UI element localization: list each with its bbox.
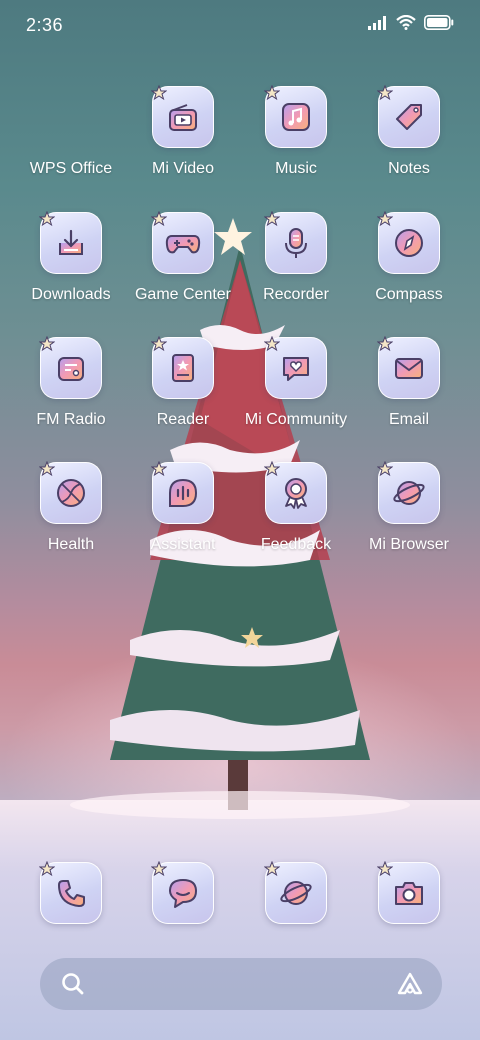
dock-phone[interactable] [15, 861, 127, 926]
star-badge-icon [151, 336, 167, 351]
radio-icon [39, 336, 102, 399]
app-label: FM Radio [36, 411, 106, 428]
assistant-logo-icon[interactable] [396, 971, 424, 997]
star-badge-icon [39, 336, 55, 351]
star-badge-icon [377, 85, 393, 100]
star-badge-icon [39, 861, 55, 876]
signal-icon [368, 15, 386, 30]
chat-bubble-icon [151, 861, 214, 924]
star-badge-icon [151, 861, 167, 876]
planet-icon [264, 861, 327, 924]
dock-messages[interactable] [127, 861, 239, 926]
phone-icon [39, 861, 102, 924]
gamepad-icon [151, 211, 214, 274]
app-label: Mi Browser [368, 536, 449, 553]
app-mi-video[interactable]: Mi Video [127, 85, 239, 196]
voice-wave-icon [151, 461, 214, 524]
star-badge-icon [264, 211, 280, 226]
app-label: Recorder [263, 286, 329, 303]
star-badge-icon [264, 861, 280, 876]
app-feedback[interactable]: Feedback [240, 461, 352, 572]
music-note-icon [264, 85, 327, 148]
status-time: 2:36 [26, 15, 64, 35]
app-label: Mi Community [244, 411, 348, 428]
star-badge-icon [151, 85, 167, 100]
ball-icon [39, 461, 102, 524]
star-badge-icon [377, 211, 393, 226]
battery-icon [424, 15, 454, 30]
app-wps-office[interactable]: WPS Office [15, 86, 127, 196]
app-music[interactable]: Music [240, 85, 352, 196]
envelope-icon [377, 336, 440, 399]
app-label: Music [275, 160, 317, 177]
app-label: Mi Video [152, 160, 214, 177]
star-badge-icon [39, 211, 55, 226]
app-recorder[interactable]: Recorder [240, 211, 352, 322]
app-notes[interactable]: Notes [353, 85, 465, 196]
planet-icon [377, 461, 440, 524]
app-label: Reader [156, 411, 210, 428]
star-badge-icon [264, 85, 280, 100]
app-fm-radio[interactable]: FM Radio [15, 336, 127, 447]
app-label: WPS Office [29, 160, 113, 177]
star-badge-icon [39, 461, 55, 476]
app-mi-browser[interactable]: Mi Browser [353, 461, 465, 572]
search-icon[interactable] [60, 971, 86, 997]
compass-icon [377, 211, 440, 274]
app-label: Notes [388, 160, 430, 177]
app-label: Assistant [150, 536, 216, 553]
dock-camera[interactable] [353, 861, 465, 926]
book-icon [151, 336, 214, 399]
video-icon [151, 85, 214, 148]
app-compass[interactable]: Compass [353, 211, 465, 322]
star-badge-icon [377, 461, 393, 476]
app-reader[interactable]: Reader [127, 336, 239, 447]
heart-chat-icon [264, 336, 327, 399]
app-label: Game Center [134, 286, 232, 303]
app-label: Email [388, 411, 429, 428]
star-badge-icon [151, 211, 167, 226]
camera-icon [377, 861, 440, 924]
app-label: Compass [375, 286, 443, 303]
app-health[interactable]: Health [15, 461, 127, 572]
award-icon [264, 461, 327, 524]
star-badge-icon [151, 461, 167, 476]
star-badge-icon [377, 336, 393, 351]
download-icon [39, 211, 102, 274]
star-badge-icon [264, 461, 280, 476]
microphone-icon [264, 211, 327, 274]
app-email[interactable]: Email [353, 336, 465, 447]
app-assistant[interactable]: Assistant [127, 461, 239, 572]
app-label: Downloads [31, 286, 111, 303]
app-label: Health [47, 536, 95, 553]
status-bar: 2:36 [0, 0, 480, 50]
app-downloads[interactable]: Downloads [15, 211, 127, 322]
app-game-center[interactable]: Game Center [127, 211, 239, 322]
star-badge-icon [377, 861, 393, 876]
app-label: Feedback [260, 536, 332, 553]
app-mi-community[interactable]: Mi Community [240, 336, 352, 447]
wifi-icon [396, 15, 416, 30]
tag-icon [377, 85, 440, 148]
dock-browser[interactable] [240, 861, 352, 926]
star-badge-icon [264, 336, 280, 351]
search-bar[interactable] [40, 958, 442, 1010]
